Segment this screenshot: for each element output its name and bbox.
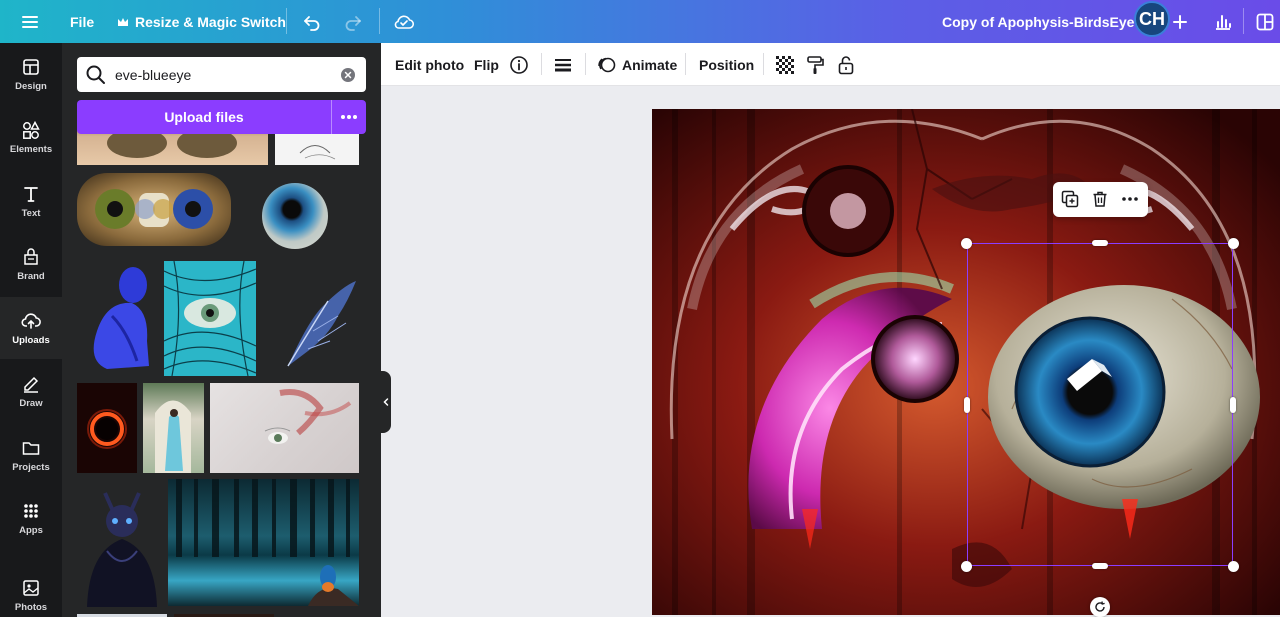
uploaded-image-thumbnail[interactable] <box>168 479 359 606</box>
file-menu-button[interactable]: File <box>70 0 94 43</box>
draw-icon <box>24 376 39 393</box>
delete-icon[interactable] <box>1089 188 1111 210</box>
uploads-panel: eve-blueeye Upload files <box>62 43 381 617</box>
left-rail: Design Elements Text Brand Uploads Draw … <box>0 43 62 617</box>
rail-label: Apps <box>19 524 43 536</box>
divider <box>541 53 542 75</box>
uploaded-image-thumbnail[interactable] <box>164 261 256 376</box>
rotate-icon[interactable] <box>1090 597 1110 617</box>
edit-photo-button[interactable]: Edit photo <box>395 43 464 86</box>
lock-icon[interactable] <box>837 43 855 86</box>
brand-icon <box>24 247 38 265</box>
divider <box>585 53 586 75</box>
transparency-icon[interactable] <box>776 43 794 86</box>
resize-handle-top-left[interactable] <box>961 238 972 249</box>
design-icon <box>23 58 39 75</box>
rail-label: Draw <box>19 397 43 409</box>
rail-label: Brand <box>17 270 45 282</box>
search-icon <box>86 65 105 84</box>
upload-more-options-icon[interactable] <box>331 100 366 134</box>
rail-item-photos[interactable]: Photos <box>0 564 62 617</box>
resize-handle-right[interactable] <box>1230 397 1236 413</box>
rail-label: Photos <box>14 601 48 613</box>
resize-handle-bottom-right[interactable] <box>1228 561 1239 572</box>
resize-handle-top-right[interactable] <box>1228 238 1239 249</box>
uploaded-image-thumbnail[interactable] <box>77 481 167 607</box>
divider <box>1243 8 1244 34</box>
chevron-left-icon <box>383 398 389 406</box>
text-icon <box>24 186 38 202</box>
resize-handle-left[interactable] <box>964 397 970 413</box>
rail-label: Elements <box>9 143 53 155</box>
resize-handle-top[interactable] <box>1092 240 1108 246</box>
rail-item-brand[interactable]: Brand <box>0 233 62 295</box>
rail-item-draw[interactable]: Draw <box>0 360 62 422</box>
document-title[interactable]: Copy of Apophysis-BirdsEye <box>942 0 1134 43</box>
divider <box>286 8 287 34</box>
rail-item-design[interactable]: Design <box>0 43 62 105</box>
rail-label: Design <box>15 80 47 92</box>
rail-item-elements[interactable]: Elements <box>0 106 62 168</box>
avatar[interactable]: CH <box>1134 1 1170 37</box>
uploaded-image-thumbnail[interactable] <box>262 183 328 249</box>
context-toolbar: Edit photo Flip Animate Position <box>381 43 1280 86</box>
folder-icon <box>22 441 40 455</box>
clear-search-icon[interactable] <box>340 67 356 83</box>
add-collaborator-icon[interactable] <box>1172 0 1188 43</box>
resize-handle-bottom-left[interactable] <box>961 561 972 572</box>
hamburger-menu-icon[interactable] <box>20 0 40 43</box>
uploaded-image-thumbnail[interactable] <box>77 383 137 473</box>
top-bar: File Resize & Magic Switch Copy of Apoph… <box>0 0 1280 43</box>
resize-magic-switch-label: Resize & Magic Switch <box>135 13 286 30</box>
undo-icon[interactable] <box>302 0 322 43</box>
redo-icon[interactable] <box>343 0 363 43</box>
divider <box>685 53 686 75</box>
uploaded-image-thumbnail[interactable] <box>77 173 231 246</box>
divider <box>379 8 380 34</box>
more-options-icon[interactable] <box>1119 188 1141 210</box>
divider <box>763 53 764 75</box>
elements-icon <box>23 120 40 139</box>
rail-item-text[interactable]: Text <box>0 170 62 232</box>
rail-label: Projects <box>12 461 50 473</box>
uploaded-image-thumbnail[interactable] <box>77 261 157 376</box>
photo-icon <box>23 579 39 596</box>
animate-icon <box>598 57 616 72</box>
flip-button[interactable]: Flip <box>474 43 499 86</box>
selection-box[interactable] <box>967 243 1233 566</box>
resize-handle-bottom[interactable] <box>1092 563 1108 569</box>
apps-icon <box>24 503 38 518</box>
duplicate-icon[interactable] <box>1059 188 1081 210</box>
resize-magic-switch-button[interactable]: Resize & Magic Switch <box>116 0 286 43</box>
collapse-panel-handle[interactable] <box>381 371 391 433</box>
share-panel-icon[interactable] <box>1255 0 1275 43</box>
search-query[interactable]: eve-blueeye <box>115 67 340 83</box>
element-floating-toolbar <box>1053 182 1148 217</box>
rail-item-uploads[interactable]: Uploads <box>0 297 62 359</box>
animate-label: Animate <box>622 56 678 73</box>
insights-chart-icon[interactable] <box>1213 0 1233 43</box>
uploaded-image-thumbnail[interactable] <box>268 261 360 376</box>
position-button[interactable]: Position <box>699 43 754 86</box>
uploaded-image-thumbnail[interactable] <box>210 383 359 473</box>
info-icon[interactable] <box>509 43 529 86</box>
rail-item-apps[interactable]: Apps <box>0 487 62 549</box>
rail-item-projects[interactable]: Projects <box>0 424 62 486</box>
cloud-upload-icon <box>21 312 41 329</box>
search-input[interactable]: eve-blueeye <box>77 57 366 92</box>
rail-label: Uploads <box>12 334 50 346</box>
upload-files-button[interactable]: Upload files <box>77 100 331 134</box>
paint-roller-icon[interactable] <box>806 43 824 86</box>
magic-crown-icon <box>118 17 128 26</box>
border-style-icon[interactable] <box>553 43 573 86</box>
cloud-saved-icon[interactable] <box>393 0 415 43</box>
rail-label: Text <box>21 207 41 219</box>
uploaded-image-thumbnail[interactable] <box>143 383 204 473</box>
animate-button[interactable]: Animate <box>597 43 677 86</box>
